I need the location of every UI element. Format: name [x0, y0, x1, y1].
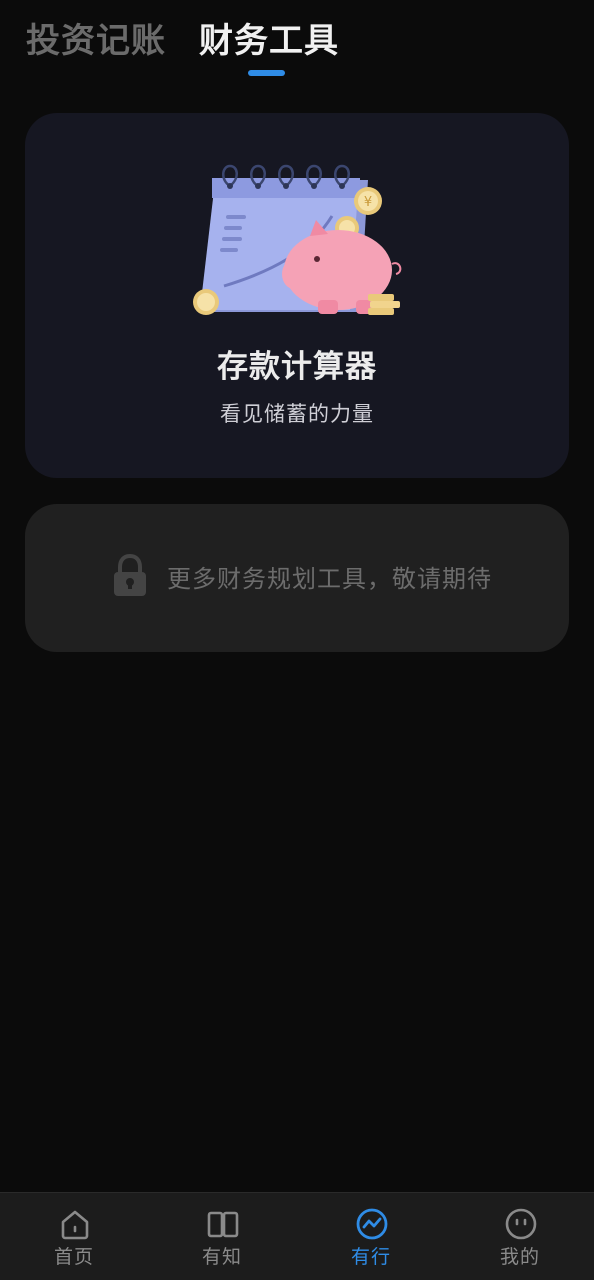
nav-home[interactable]: 首页 — [0, 1193, 148, 1280]
nav-action[interactable]: 有行 — [297, 1193, 445, 1280]
tab-financial-tools[interactable]: 财务工具 — [199, 18, 339, 64]
lock-icon — [114, 554, 146, 596]
nav-action-label: 有行 — [350, 1246, 391, 1268]
more-tools-text: 更多财务规划工具，敬请期待 — [167, 565, 492, 593]
svg-text:¥: ¥ — [364, 195, 372, 210]
app-screen: 投资记账 财务工具 ¥ 存款计算器 看见储蓄的力量 更多财务规划工具，敬请期待 … — [0, 0, 594, 1280]
nav-home-label: 首页 — [53, 1246, 94, 1268]
book-icon — [207, 1211, 239, 1238]
home-icon — [61, 1210, 89, 1240]
nav-profile[interactable]: 我的 — [446, 1193, 594, 1280]
profile-face-icon — [505, 1208, 537, 1240]
calculator-subtitle: 看见储蓄的力量 — [220, 402, 374, 426]
active-tab-indicator — [248, 70, 285, 76]
trend-icon — [356, 1208, 388, 1240]
piggy-bank-calendar-illustration: ¥ — [193, 164, 402, 315]
calculator-title: 存款计算器 — [217, 349, 377, 385]
nav-knowledge-label: 有知 — [201, 1246, 242, 1268]
top-tab-bar: 投资记账 财务工具 — [0, 0, 594, 90]
nav-knowledge[interactable]: 有知 — [148, 1193, 296, 1280]
tab-investment-bookkeeping[interactable]: 投资记账 — [26, 18, 166, 64]
bottom-navigation: 首页 有知 有行 我的 — [0, 1192, 594, 1280]
nav-profile-label: 我的 — [499, 1246, 540, 1268]
